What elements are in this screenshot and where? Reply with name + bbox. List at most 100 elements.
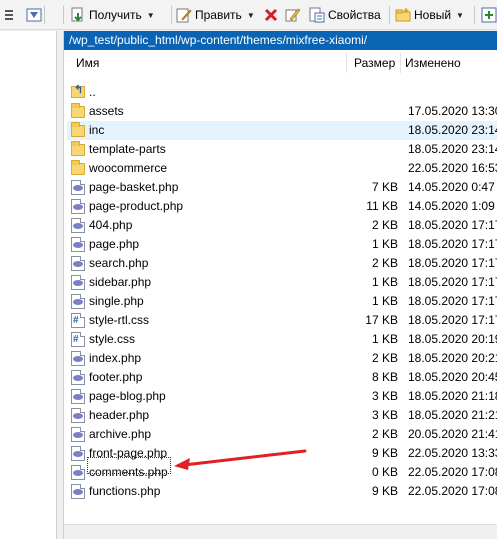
file-name: archive.php xyxy=(89,427,152,441)
new-file-button[interactable] xyxy=(481,5,497,25)
column-divider[interactable] xyxy=(400,53,401,73)
php-file-icon xyxy=(71,256,85,271)
edit-icon xyxy=(176,7,192,23)
file-modified: 18.05.2020 21:21 xyxy=(408,408,497,422)
file-name: inc xyxy=(89,123,105,137)
properties-button[interactable]: Свойства xyxy=(309,5,381,25)
file-row[interactable]: index.php 2 KB 18.05.2020 20:21 xyxy=(67,349,497,368)
file-row[interactable]: assets 17.05.2020 13:30 xyxy=(67,102,497,121)
file-row[interactable]: page-product.php 11 KB 14.05.2020 1:09 xyxy=(67,197,497,216)
file-size: 8 KB xyxy=(371,370,398,384)
file-name: footer.php xyxy=(89,370,143,384)
css-file-icon: # xyxy=(71,332,85,347)
file-name: style-rtl.css xyxy=(89,313,149,327)
chevron-down-icon[interactable]: ▼ xyxy=(456,11,464,20)
filter-icon xyxy=(26,7,42,23)
file-name: 404.php xyxy=(89,218,133,232)
horizontal-scrollbar[interactable] xyxy=(64,524,497,539)
file-row[interactable]: functions.php 9 KB 22.05.2020 17:08 xyxy=(67,482,497,501)
download-icon xyxy=(70,7,86,23)
php-file-icon xyxy=(71,294,85,309)
file-modified: 22.05.2020 13:33 xyxy=(408,446,497,460)
php-file-icon xyxy=(71,199,85,214)
file-row[interactable]: template-parts 18.05.2020 23:14 xyxy=(67,140,497,159)
column-header-modified[interactable]: Изменено xyxy=(405,53,461,73)
left-pane-menu-button[interactable] xyxy=(4,5,17,25)
file-row[interactable]: archive.php 2 KB 20.05.2020 21:41 xyxy=(67,425,497,444)
file-size: 1 KB xyxy=(371,294,398,308)
new-button[interactable]: Новый ▼ xyxy=(395,5,464,25)
file-size: 7 KB xyxy=(371,180,398,194)
php-file-icon xyxy=(71,389,85,404)
focus-rectangle xyxy=(87,457,171,474)
file-name: search.php xyxy=(89,256,149,270)
file-name: header.php xyxy=(89,408,150,422)
file-size: 1 KB xyxy=(371,237,398,251)
file-name: assets xyxy=(89,104,124,118)
php-file-icon xyxy=(71,446,85,461)
download-button[interactable]: Получить ▼ xyxy=(70,5,155,25)
folder-icon xyxy=(71,141,85,156)
file-name: woocommerce xyxy=(89,161,168,175)
rename-icon xyxy=(285,7,301,23)
file-row[interactable]: page-blog.php 3 KB 18.05.2020 21:18 xyxy=(67,387,497,406)
php-file-icon xyxy=(71,370,85,385)
plus-icon xyxy=(481,7,497,23)
file-modified: 14.05.2020 1:09 xyxy=(408,199,495,213)
rename-button[interactable] xyxy=(285,5,304,25)
file-row[interactable]: sidebar.php 1 KB 18.05.2020 17:17 xyxy=(67,273,497,292)
filter-button[interactable] xyxy=(26,5,45,25)
file-row[interactable]: # style-rtl.css 17 KB 18.05.2020 17:17 xyxy=(67,311,497,330)
toolbar-separator xyxy=(171,6,172,24)
column-header-name[interactable]: Имя xyxy=(76,53,99,73)
file-modified: 18.05.2020 17:17 xyxy=(408,294,497,308)
file-modified: 14.05.2020 0:47 xyxy=(408,180,495,194)
file-name: single.php xyxy=(89,294,144,308)
file-modified: 22.05.2020 17:08 xyxy=(408,465,497,479)
file-row[interactable]: # style.css 1 KB 18.05.2020 20:19 xyxy=(67,330,497,349)
file-size: 2 KB xyxy=(371,351,398,365)
file-row[interactable]: header.php 3 KB 18.05.2020 21:21 xyxy=(67,406,497,425)
file-size: 0 KB xyxy=(371,465,398,479)
file-modified: 18.05.2020 23:14 xyxy=(408,123,497,137)
chevron-down-icon[interactable]: ▼ xyxy=(247,11,255,20)
local-pane[interactable] xyxy=(0,31,57,539)
file-name: sidebar.php xyxy=(89,275,152,289)
file-row[interactable]: 404.php 2 KB 18.05.2020 17:17 xyxy=(67,216,497,235)
toolbar-separator xyxy=(44,6,45,24)
file-modified: 18.05.2020 17:17 xyxy=(408,256,497,270)
file-row[interactable]: woocommerce 22.05.2020 16:53 xyxy=(67,159,497,178)
file-row[interactable]: search.php 2 KB 18.05.2020 17:17 xyxy=(67,254,497,273)
file-modified: 18.05.2020 17:17 xyxy=(408,237,497,251)
file-size: 1 KB xyxy=(371,332,398,346)
file-name: .. xyxy=(89,85,96,99)
file-row[interactable]: ↰.. xyxy=(67,83,497,102)
file-size: 2 KB xyxy=(371,218,398,232)
php-file-icon xyxy=(71,180,85,195)
file-row[interactable]: page-basket.php 7 KB 14.05.2020 0:47 xyxy=(67,178,497,197)
column-divider[interactable] xyxy=(346,53,347,73)
file-size: 17 KB xyxy=(365,313,398,327)
delete-button[interactable] xyxy=(263,5,282,25)
file-row[interactable]: page.php 1 KB 18.05.2020 17:17 xyxy=(67,235,497,254)
file-name: page-product.php xyxy=(89,199,184,213)
css-file-icon: # xyxy=(71,313,85,328)
column-header-size[interactable]: Размер xyxy=(354,53,395,73)
properties-icon xyxy=(309,7,325,23)
php-file-icon xyxy=(71,237,85,252)
edit-button[interactable]: Править ▼ xyxy=(176,5,255,25)
file-row[interactable]: footer.php 8 KB 18.05.2020 20:45 xyxy=(67,368,497,387)
file-modified: 18.05.2020 20:19 xyxy=(408,332,497,346)
edit-label: Править xyxy=(195,8,242,22)
chevron-down-icon[interactable]: ▼ xyxy=(147,11,155,20)
pane-splitter[interactable] xyxy=(57,31,64,539)
file-row[interactable]: inc 18.05.2020 23:14 xyxy=(67,121,497,140)
path-bar[interactable]: /wp_test/public_html/wp-content/themes/m… xyxy=(64,31,497,50)
php-file-icon xyxy=(71,351,85,366)
folder-icon xyxy=(71,103,85,118)
file-modified: 22.05.2020 17:08 xyxy=(408,484,497,498)
file-size: 1 KB xyxy=(371,275,398,289)
file-size: 2 KB xyxy=(371,427,398,441)
file-row[interactable]: single.php 1 KB 18.05.2020 17:17 xyxy=(67,292,497,311)
file-size: 3 KB xyxy=(371,408,398,422)
